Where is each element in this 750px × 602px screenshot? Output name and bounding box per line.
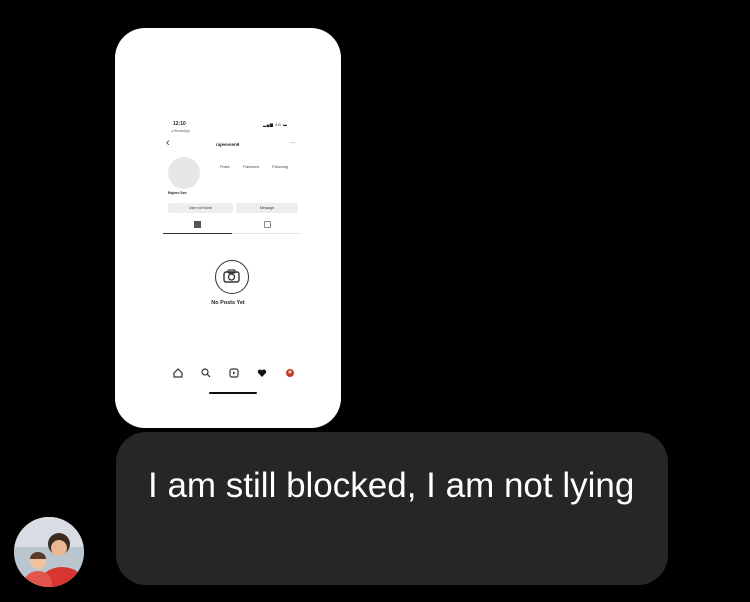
tagged-icon: [264, 221, 271, 228]
user-not-found-button: User not found: [168, 203, 233, 213]
sender-avatar[interactable]: [14, 517, 84, 587]
heart-icon: [257, 369, 267, 377]
status-icons: ▂▄▆ 4G ▬: [263, 122, 288, 127]
more-icon: ···: [290, 140, 296, 146]
grid-icon: [194, 221, 201, 228]
screenshot-message[interactable]: 12:10 ◂ WhatsApp ▂▄▆ 4G ▬ ‹ rajeevsen9 ·…: [115, 28, 341, 428]
stat-posts: Posts: [220, 165, 230, 169]
stat-following: Following: [272, 165, 289, 169]
reels-icon: [229, 368, 239, 378]
status-time: 12:10: [173, 121, 186, 127]
profile-username: rajeevsen9: [216, 142, 240, 147]
back-chevron-icon: ‹: [166, 137, 170, 149]
home-icon: [173, 368, 183, 378]
profile-avatar-placeholder: [168, 157, 200, 189]
empty-state-text: No Posts Yet: [211, 300, 245, 306]
stat-followers: Followers: [243, 165, 260, 169]
search-icon: [201, 368, 211, 378]
avatar-photo: [14, 517, 84, 587]
status-back-label: ◂ WhatsApp: [171, 129, 190, 133]
chat-thread: 12:10 ◂ WhatsApp ▂▄▆ 4G ▬ ‹ rajeevsen9 ·…: [0, 0, 750, 602]
message-text: I am still blocked, I am not lying: [148, 466, 635, 505]
home-indicator: [209, 392, 257, 394]
active-tab-indicator: [163, 233, 232, 234]
message-button: Message: [236, 203, 298, 213]
profile-icon: [286, 369, 294, 377]
camera-icon: [215, 260, 249, 294]
profile-screenshot: 12:10 ◂ WhatsApp ▂▄▆ 4G ▬ ‹ rajeevsen9 ·…: [115, 28, 341, 428]
tab-divider: [232, 233, 301, 234]
profile-display-name: Rajeev Sen: [168, 191, 187, 195]
